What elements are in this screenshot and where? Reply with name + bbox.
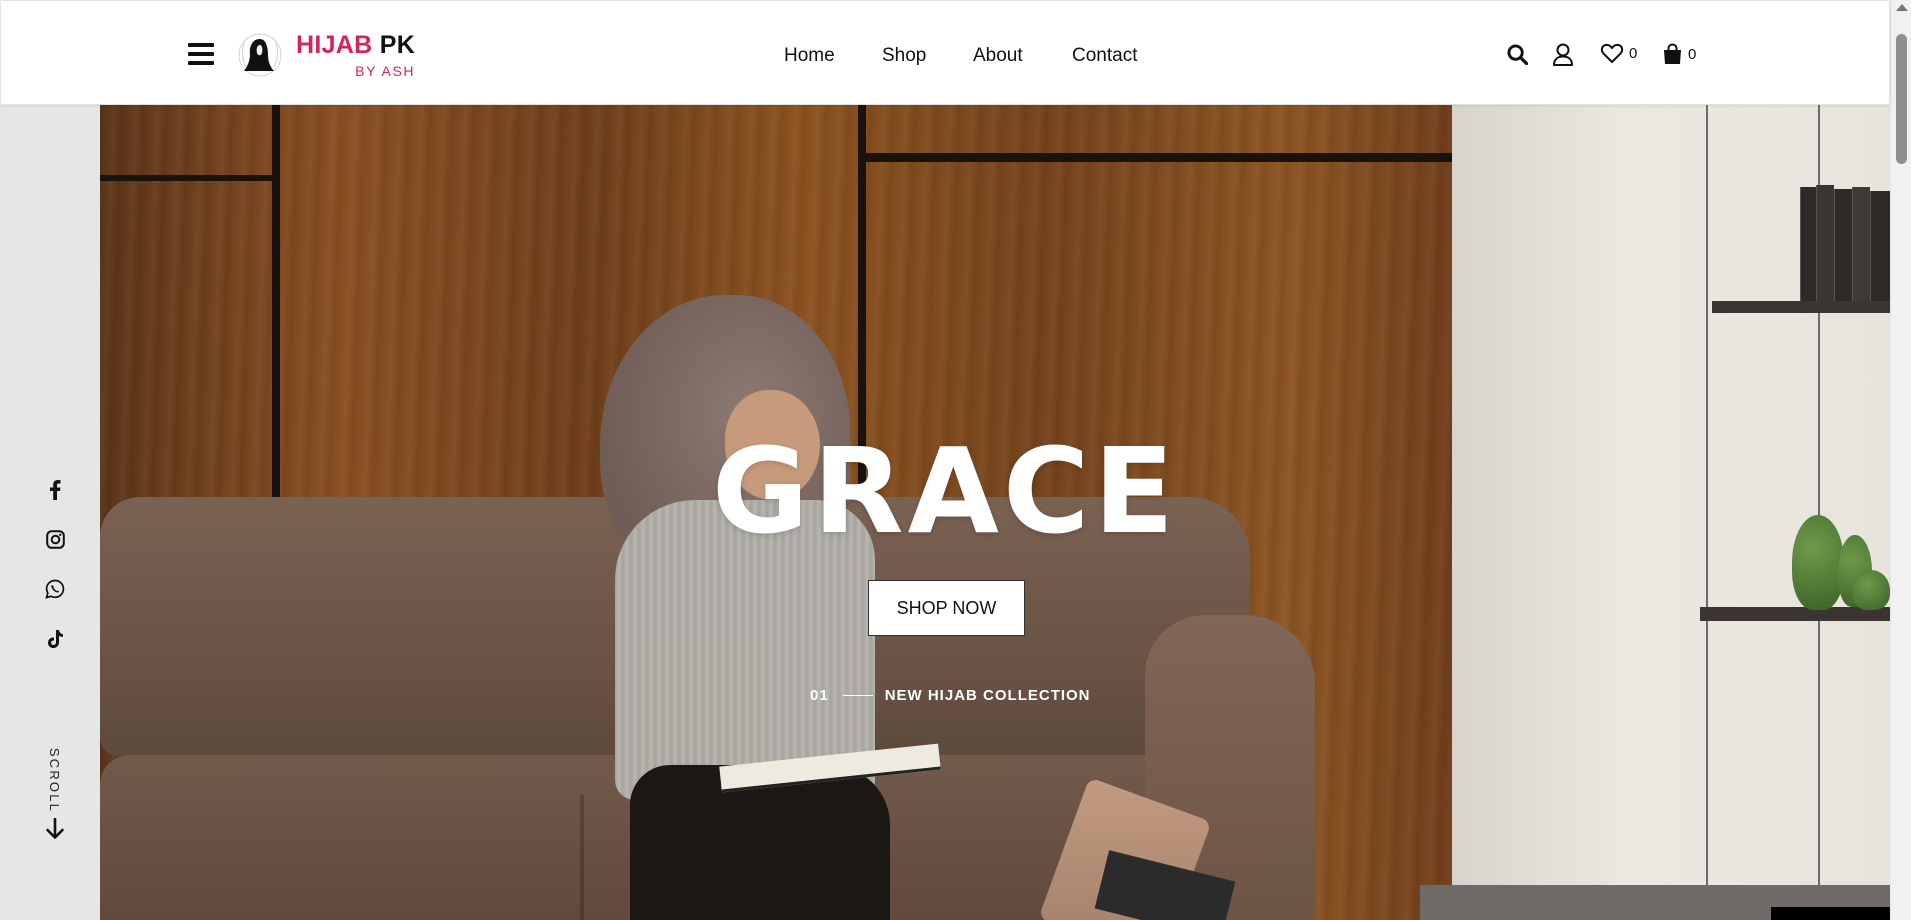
brand-name-dark: PK (379, 30, 416, 59)
site-header: HIJAB PK BY ASH Home Shop About Contact … (0, 0, 1890, 105)
cart-count: 0 (1688, 45, 1697, 63)
logo-emblem-icon (238, 33, 282, 77)
nav-shop[interactable]: Shop (882, 45, 926, 67)
user-icon (1553, 43, 1573, 66)
hero-title: GRACE (711, 422, 1179, 560)
page-scrollbar[interactable] (1890, 0, 1911, 920)
scrollbar-up-arrow-icon[interactable] (1896, 4, 1908, 11)
slide-caption: NEW HIJAB COLLECTION (884, 687, 1091, 704)
facebook-icon (50, 479, 61, 500)
wishlist-count: 0 (1629, 45, 1638, 62)
scroll-label: SCROLL (40, 747, 70, 813)
hero-banner: GRACE SHOP NOW 01 NEW HIJAB COLLECTION (100, 105, 1890, 920)
nav-contact[interactable]: Contact (1072, 45, 1137, 67)
scrollbar-thumb[interactable] (1896, 34, 1907, 164)
slide-indicator: 01 NEW HIJAB COLLECTION (810, 687, 1091, 704)
instagram-icon (45, 529, 65, 549)
wishlist-button[interactable]: 0 (1600, 43, 1637, 64)
shopping-bag-icon (1664, 43, 1681, 64)
slide-number: 01 (810, 687, 829, 704)
tiktok-icon (47, 630, 63, 648)
nav-about[interactable]: About (973, 45, 1023, 67)
tiktok-link[interactable] (44, 628, 66, 650)
scroll-text: SCROLL (47, 747, 63, 813)
scroll-down-button[interactable] (45, 817, 65, 845)
corner-widget[interactable] (1771, 907, 1890, 920)
brand-tagline: BY ASH (355, 62, 416, 79)
search-button[interactable] (1507, 44, 1528, 65)
facebook-link[interactable] (44, 478, 66, 500)
slide-divider (842, 695, 873, 696)
cart-button[interactable]: 0 (1662, 43, 1696, 65)
nav-home[interactable]: Home (784, 45, 835, 67)
whatsapp-link[interactable] (44, 578, 66, 600)
brand-name-accent: HIJAB (296, 30, 373, 59)
heart-icon (1600, 43, 1624, 63)
arrow-down-icon (46, 817, 64, 839)
account-button[interactable] (1552, 43, 1574, 67)
instagram-link[interactable] (44, 528, 66, 550)
social-sidebar: SCROLL (0, 105, 100, 920)
brand-logo[interactable]: HIJAB PK BY ASH (234, 31, 415, 79)
search-icon (1507, 44, 1528, 65)
whatsapp-icon (45, 579, 65, 599)
shop-now-button[interactable]: SHOP NOW (868, 580, 1025, 636)
hamburger-menu-icon[interactable] (188, 43, 214, 65)
